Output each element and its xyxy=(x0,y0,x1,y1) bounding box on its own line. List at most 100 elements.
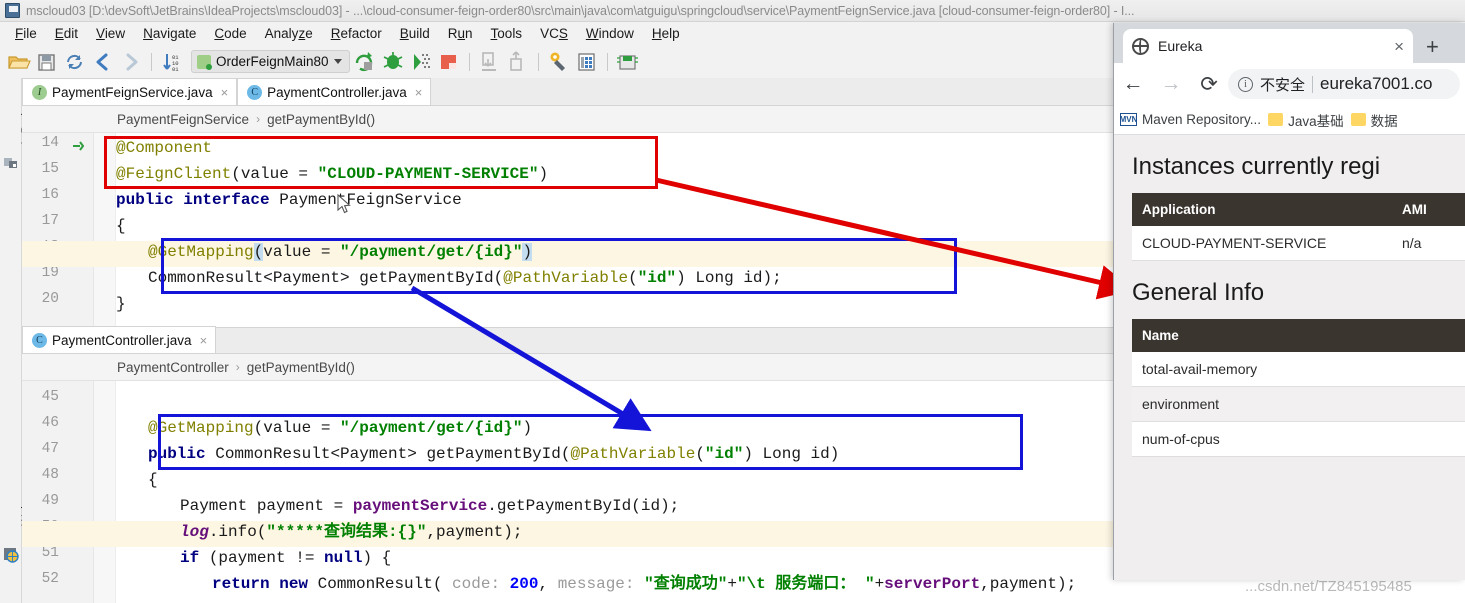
address-bar-url[interactable]: eureka7001.co xyxy=(1320,74,1432,94)
code-line[interactable]: public interface PaymentFeignService xyxy=(116,187,462,213)
save-all-icon[interactable] xyxy=(34,50,60,74)
back-button[interactable]: ← xyxy=(1114,63,1152,105)
code-line[interactable]: @GetMapping(value = "/payment/get/{id}") xyxy=(116,415,532,441)
breadcrumb-method[interactable]: getPaymentById() xyxy=(267,112,375,127)
settings-wrench-icon[interactable] xyxy=(546,50,572,74)
mvn-icon: MVN xyxy=(1119,113,1138,126)
code-line[interactable]: if (payment != null) { xyxy=(116,545,391,571)
menu-run[interactable]: Run xyxy=(439,24,482,43)
info-circle-icon[interactable]: i xyxy=(1238,76,1253,92)
implementing-method-icon[interactable] xyxy=(72,139,85,151)
menu-window[interactable]: Window xyxy=(577,24,643,43)
cell-application-name[interactable]: CLOUD-PAYMENT-SERVICE xyxy=(1132,226,1392,261)
menu-tools[interactable]: Tools xyxy=(482,24,532,43)
menu-vcs[interactable]: VCS xyxy=(531,24,577,43)
debug-icon[interactable] xyxy=(380,50,406,74)
menu-help[interactable]: Help xyxy=(643,24,689,43)
web-globe-small-icon[interactable] xyxy=(4,548,19,563)
code-line[interactable]: log.info("*****查询结果:{}",payment); xyxy=(116,519,522,545)
sdk-manager-icon[interactable] xyxy=(615,50,641,74)
code-line[interactable]: public CommonResult<Payment> getPaymentB… xyxy=(116,441,839,467)
address-bar[interactable]: i 不安全 eureka7001.co xyxy=(1228,69,1460,99)
line-number-gutter-bottom[interactable]: 4546474849505152 xyxy=(22,381,109,603)
new-tab-button[interactable]: + xyxy=(1426,36,1439,58)
code-line[interactable]: { xyxy=(116,213,126,239)
table-row: environment xyxy=(1132,386,1465,422)
forward-button[interactable]: → xyxy=(1152,63,1190,105)
code-line[interactable]: @Component xyxy=(116,135,212,161)
menu-file[interactable]: File xyxy=(6,24,46,43)
globe-icon xyxy=(1132,37,1149,55)
commit-icon[interactable] xyxy=(505,50,531,74)
menu-edit[interactable]: Edit xyxy=(46,24,87,43)
fold-column-bottom[interactable] xyxy=(94,381,116,603)
left-tool-window-bar[interactable]: 1: Project Web ces xyxy=(0,78,33,603)
run-configuration-selector[interactable]: OrderFeignMain80 xyxy=(191,50,350,73)
code-token: ( xyxy=(253,243,264,261)
sort-lines-icon[interactable]: 01 10 01 xyxy=(159,50,185,74)
close-icon[interactable]: × xyxy=(415,85,423,100)
code-token: @PathVariable xyxy=(503,269,629,287)
bookmark-java-basics[interactable]: Java基础 xyxy=(1268,110,1344,130)
code-token: ( xyxy=(628,269,638,287)
project-structure-icon[interactable] xyxy=(574,50,600,74)
menu-refactor[interactable]: Refactor xyxy=(322,24,391,43)
line-number: 48 xyxy=(41,467,59,483)
code-line[interactable]: return new CommonResult( code: 200, mess… xyxy=(116,571,1076,597)
intellij-idea-icon xyxy=(5,3,20,18)
class-icon: C xyxy=(247,84,263,100)
navigate-forward-icon[interactable] xyxy=(118,50,144,74)
code-token: ) xyxy=(522,243,533,261)
navigate-back-icon[interactable] xyxy=(90,50,116,74)
editor-tab-label: PaymentController.java xyxy=(267,84,407,100)
code-token: "/payment/get/{id}" xyxy=(340,243,523,261)
code-token: "*****查询结果:{}" xyxy=(266,523,427,541)
chrome-nav-bar[interactable]: ← → ⟳ i 不安全 eureka7001.co xyxy=(1114,63,1465,105)
close-icon[interactable]: × xyxy=(200,333,208,348)
breadcrumb-method[interactable]: getPaymentById() xyxy=(247,360,355,375)
close-icon[interactable]: × xyxy=(1394,38,1404,55)
code-token: "/payment/get/{id}" xyxy=(340,419,523,437)
fold-column-top[interactable] xyxy=(94,133,116,327)
toolbar-separator xyxy=(151,52,152,71)
stop-icon[interactable] xyxy=(436,50,462,74)
code-token: (value = xyxy=(253,419,341,437)
cell-name: total-avail-memory xyxy=(1132,352,1465,387)
bookmarks-bar[interactable]: MVN Maven Repository... Java基础 数据 xyxy=(1114,105,1465,135)
chevron-down-icon[interactable] xyxy=(333,59,342,64)
chrome-tab-strip[interactable]: Eureka × + xyxy=(1114,23,1465,63)
reload-button[interactable]: ⟳ xyxy=(1190,63,1228,105)
bookmark-data[interactable]: 数据 xyxy=(1350,110,1398,130)
code-line[interactable]: } xyxy=(116,291,126,317)
project-structure-small-icon[interactable] xyxy=(4,156,18,169)
code-token: .info( xyxy=(208,523,267,541)
run-icon[interactable] xyxy=(352,50,378,74)
editor-tab-paymentcontroller-bottom[interactable]: C PaymentController.java × xyxy=(22,326,217,353)
breadcrumb-class[interactable]: PaymentController xyxy=(117,360,229,375)
general-info-table: Name total-avail-memory environment num-… xyxy=(1132,319,1465,457)
chrome-tab-eureka[interactable]: Eureka × xyxy=(1123,29,1413,63)
breadcrumb-class[interactable]: PaymentFeignService xyxy=(117,112,249,127)
code-line[interactable]: @GetMapping(value = "/payment/get/{id}") xyxy=(116,239,533,265)
line-number-gutter-top[interactable]: 14151617181920 xyxy=(22,133,109,327)
editor-tab-paymentfeignservice[interactable]: I PaymentFeignService.java × xyxy=(22,78,238,105)
editor-tab-paymentcontroller[interactable]: C PaymentController.java × xyxy=(237,78,432,105)
open-folder-icon[interactable] xyxy=(6,50,32,74)
sync-refresh-icon[interactable] xyxy=(62,50,88,74)
update-project-icon[interactable] xyxy=(477,50,503,74)
menu-view[interactable]: View xyxy=(87,24,134,43)
run-with-coverage-icon[interactable] xyxy=(408,50,434,74)
code-token: ) Long id); xyxy=(676,269,782,287)
bookmark-maven-repository[interactable]: MVN Maven Repository... xyxy=(1120,112,1261,127)
code-line[interactable]: @FeignClient(value = "CLOUD-PAYMENT-SERV… xyxy=(116,161,548,187)
code-token: "CLOUD-PAYMENT-SERVICE" xyxy=(317,165,539,183)
code-line[interactable]: Payment payment = paymentService.getPaym… xyxy=(116,493,679,519)
menu-code[interactable]: Code xyxy=(205,24,255,43)
menu-analyze[interactable]: Analyze xyxy=(256,24,322,43)
code-line[interactable]: CommonResult<Payment> getPaymentById(@Pa… xyxy=(116,265,782,291)
menu-build[interactable]: Build xyxy=(391,24,439,43)
menu-navigate[interactable]: Navigate xyxy=(134,24,205,43)
close-icon[interactable]: × xyxy=(221,85,229,100)
chrome-browser-window[interactable]: Eureka × + ← → ⟳ i 不安全 eureka7001.co MVN… xyxy=(1113,23,1465,580)
code-line[interactable]: { xyxy=(116,467,158,493)
